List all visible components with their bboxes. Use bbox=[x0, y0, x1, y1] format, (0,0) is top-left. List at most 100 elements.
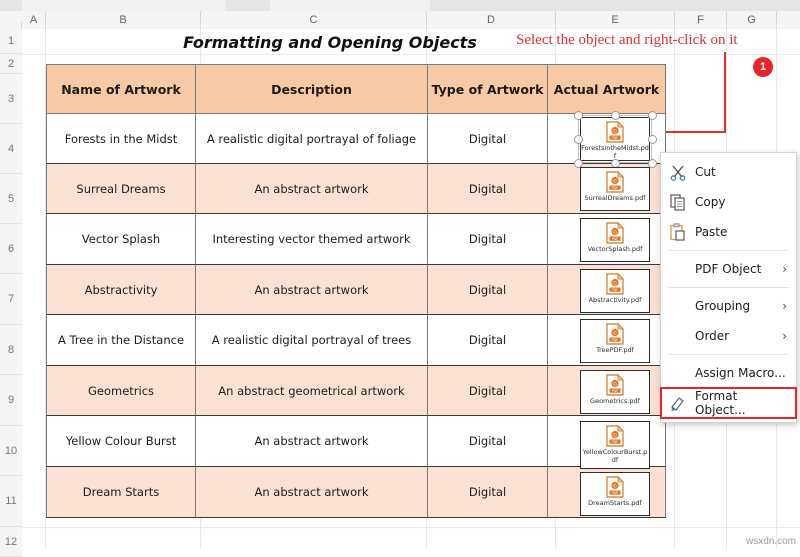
pdf-object-embedded[interactable]: G PDF SurrealDreams.pdf bbox=[580, 167, 650, 211]
row-header-column: 1 2 3 4 5 6 7 8 9 10 11 12 bbox=[0, 29, 22, 557]
watermark: wsxdn.com bbox=[745, 536, 796, 547]
svg-text:PDF: PDF bbox=[612, 237, 618, 241]
cell-type: Digital bbox=[428, 416, 548, 467]
column-header-d[interactable]: D bbox=[427, 11, 556, 29]
column-header-a[interactable]: A bbox=[22, 11, 46, 29]
cell-name: Surreal Dreams bbox=[46, 164, 196, 214]
svg-text:G: G bbox=[613, 382, 617, 388]
row-header-9[interactable]: 9 bbox=[0, 375, 22, 426]
svg-text:G: G bbox=[613, 484, 617, 490]
column-header-c[interactable]: C bbox=[201, 11, 427, 29]
menu-item-order[interactable]: Order › bbox=[661, 321, 796, 351]
row-header-6[interactable]: 6 bbox=[0, 224, 22, 274]
cell-description: An abstract artwork bbox=[196, 467, 428, 518]
row-header-8[interactable]: 8 bbox=[0, 325, 22, 375]
menu-item-label: Order bbox=[695, 329, 730, 343]
pdf-object-label: Abstractivity.pdf bbox=[588, 296, 642, 304]
table-row[interactable]: Abstractivity An abstract artwork Digita… bbox=[46, 265, 666, 315]
table-header-row: Name of Artwork Description Type of Artw… bbox=[46, 64, 666, 114]
row-header-11[interactable]: 11 bbox=[0, 476, 22, 527]
window-top-strip bbox=[0, 0, 800, 11]
table-row[interactable]: Forests in the Midst A realistic digital… bbox=[46, 114, 666, 164]
pdf-object-embedded[interactable]: G PDF Abstractivity.pdf bbox=[580, 269, 650, 313]
cell-description: An abstract artwork bbox=[196, 265, 428, 315]
menu-item-paste[interactable]: Paste bbox=[661, 217, 796, 247]
column-header-e[interactable]: E bbox=[556, 11, 675, 29]
menu-separator bbox=[668, 287, 789, 288]
svg-text:G: G bbox=[613, 179, 617, 185]
svg-text:PDF: PDF bbox=[612, 186, 618, 190]
pdf-file-icon: G PDF bbox=[606, 374, 624, 396]
selection-handle-n[interactable] bbox=[611, 111, 620, 120]
cell-description: An abstract geometrical artwork bbox=[196, 366, 428, 416]
column-header-name-of-artwork: Name of Artwork bbox=[46, 64, 196, 114]
pdf-object-embedded[interactable]: G PDF Geometrics.pdf bbox=[580, 370, 650, 414]
svg-text:G: G bbox=[613, 331, 617, 337]
selection-handle-w[interactable] bbox=[574, 135, 583, 144]
menu-item-format-object[interactable]: Format Object... bbox=[660, 387, 797, 419]
cell-type: Digital bbox=[428, 265, 548, 315]
column-header-actual-artwork: Actual Artwork bbox=[548, 64, 666, 114]
pdf-object-embedded[interactable]: G PDF DreamStarts.pdf bbox=[580, 472, 650, 516]
cell-type: Digital bbox=[428, 164, 548, 214]
svg-text:PDF: PDF bbox=[612, 288, 618, 292]
table-row[interactable]: Dream Starts An abstract artwork Digital bbox=[46, 467, 666, 518]
column-header-b[interactable]: B bbox=[46, 11, 201, 29]
pdf-object-embedded[interactable]: G PDF TreePDF.pdf bbox=[580, 319, 650, 363]
table-row[interactable]: Geometrics An abstract geometrical artwo… bbox=[46, 366, 666, 416]
column-header-description: Description bbox=[196, 64, 428, 114]
column-header-f[interactable]: F bbox=[675, 11, 727, 29]
svg-text:G: G bbox=[613, 433, 617, 439]
selection-handle-nw[interactable] bbox=[574, 111, 583, 120]
menu-item-label: Copy bbox=[695, 195, 726, 209]
table-row[interactable]: Yellow Colour Burst An abstract artwork … bbox=[46, 416, 666, 467]
svg-text:G: G bbox=[613, 230, 617, 236]
row-header-5[interactable]: 5 bbox=[0, 174, 22, 224]
pdf-object-label: DreamStarts.pdf bbox=[588, 499, 642, 507]
table-row[interactable]: Vector Splash Interesting vector themed … bbox=[46, 214, 666, 265]
gridline bbox=[22, 527, 800, 528]
pdf-file-icon: G PDF bbox=[606, 222, 624, 244]
pdf-object-label: VectorSplash.pdf bbox=[587, 245, 643, 253]
pdf-object-embedded[interactable]: G PDF YellowColourBurst.pdf bbox=[580, 421, 650, 469]
menu-item-grouping[interactable]: Grouping › bbox=[661, 291, 796, 321]
menu-item-copy[interactable]: Copy bbox=[661, 187, 796, 217]
pdf-file-icon: G PDF bbox=[606, 171, 624, 193]
pdf-object-label: SurrealDreams.pdf bbox=[584, 194, 646, 202]
row-header-7[interactable]: 7 bbox=[0, 274, 22, 325]
pdf-object-label: Geometrics.pdf bbox=[590, 397, 640, 405]
menu-item-label: Grouping bbox=[695, 299, 751, 313]
pdf-object-embedded[interactable]: G PDF VectorSplash.pdf bbox=[580, 218, 650, 262]
svg-text:PDF: PDF bbox=[612, 440, 618, 444]
menu-item-label: Paste bbox=[695, 225, 728, 239]
row-header-10[interactable]: 10 bbox=[0, 426, 22, 476]
table-row[interactable]: Surreal Dreams An abstract artwork Digit… bbox=[46, 164, 666, 214]
row-header-4[interactable]: 4 bbox=[0, 124, 22, 174]
table-row[interactable]: A Tree in the Distance A realistic digit… bbox=[46, 315, 666, 366]
step-badge-1: 1 bbox=[753, 57, 773, 77]
format-object-icon bbox=[669, 394, 687, 412]
column-header-g[interactable]: G bbox=[727, 11, 777, 29]
menu-separator bbox=[668, 354, 789, 355]
row-header-2[interactable]: 2 bbox=[0, 54, 22, 74]
cell-name: Abstractivity bbox=[46, 265, 196, 315]
selection-handle-e[interactable] bbox=[648, 135, 657, 144]
cell-description: A realistic digital portrayal of trees bbox=[196, 315, 428, 366]
chevron-right-icon: › bbox=[782, 299, 787, 313]
pdf-file-icon: G PDF bbox=[606, 476, 624, 498]
cell-description: An abstract artwork bbox=[196, 416, 428, 467]
row-header-1[interactable]: 1 bbox=[0, 29, 22, 54]
menu-item-cut[interactable]: Cut bbox=[661, 157, 796, 187]
column-header-h[interactable] bbox=[777, 11, 800, 29]
row-header-3[interactable]: 3 bbox=[0, 74, 22, 124]
selection-handle-ne[interactable] bbox=[648, 111, 657, 120]
cell-name: A Tree in the Distance bbox=[46, 315, 196, 366]
cell-description: An abstract artwork bbox=[196, 164, 428, 214]
svg-text:G: G bbox=[613, 281, 617, 287]
scissors-icon bbox=[669, 163, 687, 181]
row-header-12[interactable]: 12 bbox=[0, 527, 22, 557]
menu-item-assign-macro[interactable]: Assign Macro... bbox=[661, 358, 796, 388]
menu-item-pdf-object[interactable]: PDF Object › bbox=[661, 254, 796, 284]
cell-name: Vector Splash bbox=[46, 214, 196, 265]
menu-separator bbox=[668, 250, 789, 251]
